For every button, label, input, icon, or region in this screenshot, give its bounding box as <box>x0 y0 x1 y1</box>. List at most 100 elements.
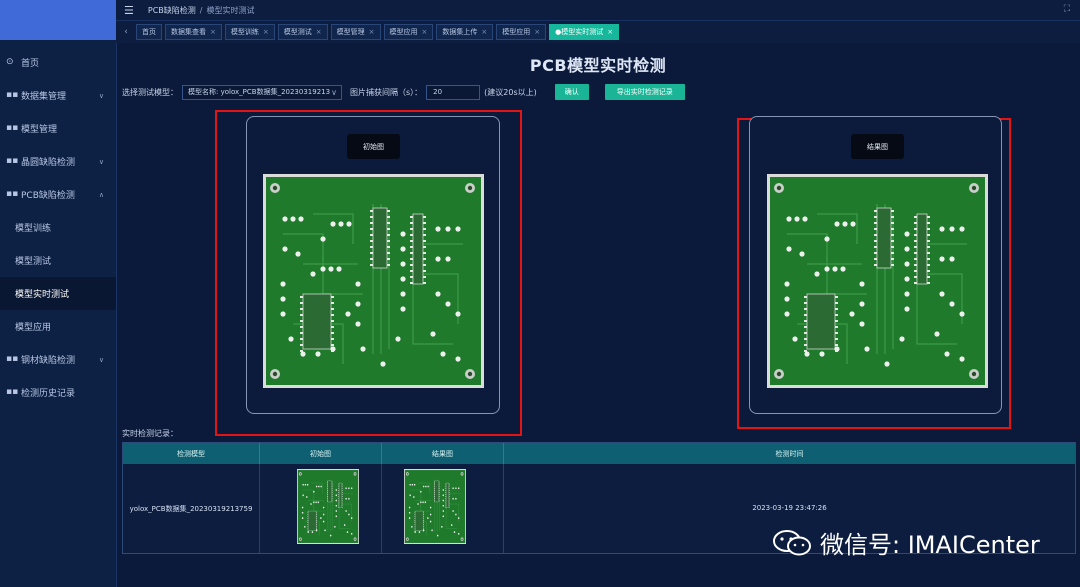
sidebar-item-label: 数据集管理 <box>21 92 67 102</box>
page-title: PCB模型实时检测 <box>529 56 667 75</box>
sidebar-item-label: 钢材缺陷检测 <box>21 356 76 366</box>
sidebar-item-realtime-testing[interactable]: 模型实时测试 <box>0 277 116 310</box>
sidebar-item-label: 模型训练 <box>15 224 52 234</box>
tab-label: 模型训练 <box>230 28 259 36</box>
sidebar-item-model-management[interactable]: ▪▪ 模型管理 <box>0 112 116 145</box>
tab-label: 模型测试 <box>283 28 312 36</box>
close-icon[interactable]: × <box>481 28 487 36</box>
confirm-button[interactable]: 确认 <box>554 84 589 100</box>
tab-label: 模型应用 <box>389 28 418 36</box>
menu-icon[interactable]: ☰ <box>124 4 134 17</box>
tab-label: 数据集上传 <box>442 28 478 36</box>
sidebar-item-label: 检测历史记录 <box>21 389 76 399</box>
sidebar-nav: ⊙ 首页 ▪▪ 数据集管理 ∨ ▪▪ 模型管理 ▪▪ 晶圆缺陷检测 ∨ ▪▪ P… <box>0 46 116 409</box>
close-icon[interactable]: × <box>534 28 540 36</box>
original-pcb-image <box>263 174 484 388</box>
close-icon[interactable]: × <box>263 28 269 36</box>
tab-model-application[interactable]: 模型应用 × <box>383 24 434 40</box>
watermark-text: 微信号: IMAICenter <box>820 531 1040 559</box>
cell-time-text: 2023-03-19 23:47:26 <box>752 504 827 512</box>
topbar: ☰ PCB缺陷检测 / 模型实时测试 ⛶ <box>116 0 1080 20</box>
breadcrumb-current: 模型实时测试 <box>206 5 255 15</box>
tab-label: 数据集查看 <box>171 28 206 36</box>
sidebar-item-label: 模型实时测试 <box>15 290 70 300</box>
watermark: 微信号: IMAICenter <box>772 525 1040 560</box>
result-thumbnail[interactable] <box>404 469 466 544</box>
sidebar-item-model-application[interactable]: 模型应用 <box>0 310 116 343</box>
column-header-original: 初始图 <box>260 443 382 464</box>
tabs-scroll-left-icon[interactable]: ‹ <box>116 27 136 37</box>
sidebar-item-label: 模型管理 <box>21 125 58 135</box>
breadcrumb-root[interactable]: PCB缺陷检测 <box>148 5 196 16</box>
grid-icon: ▪▪ <box>6 189 19 199</box>
chevron-down-icon: ∨ <box>98 91 104 100</box>
model-select-value: 模型名称: yolox_PCB数据集_20230319213 <box>188 88 331 96</box>
tab-label: 模型管理 <box>336 28 365 36</box>
chevron-down-icon: ∨ <box>98 157 104 166</box>
tab-label: 首页 <box>142 28 156 36</box>
interval-hint: (建议20s以上) <box>484 87 537 97</box>
sidebar-item-wafer-detection[interactable]: ▪▪ 晶圆缺陷检测 ∨ <box>0 145 116 178</box>
tab-model-testing[interactable]: 模型测试 × <box>277 24 328 40</box>
cell-original-thumb <box>260 464 382 553</box>
breadcrumb-separator: / <box>199 5 203 15</box>
original-image-label: 初始图 <box>347 134 400 159</box>
cell-model: yolox_PCB数据集_20230319213759 <box>123 464 260 553</box>
cell-model-text: yolox_PCB数据集_20230319213759 <box>129 505 253 513</box>
cell-result-thumb <box>382 464 504 553</box>
tab-label: ●模型实时测试 <box>555 28 604 36</box>
sidebar-item-model-training[interactable]: 模型训练 <box>0 211 116 244</box>
close-icon[interactable]: × <box>316 28 322 36</box>
close-icon[interactable]: × <box>422 28 428 36</box>
fullscreen-icon[interactable]: ⛶ <box>1064 4 1070 14</box>
home-icon: ⊙ <box>6 57 14 67</box>
grid-icon: ▪▪ <box>6 90 19 100</box>
sidebar-item-model-testing[interactable]: 模型测试 <box>0 244 116 277</box>
tab-dataset-upload[interactable]: 数据集上传 × <box>436 24 494 40</box>
sidebar-item-home[interactable]: ⊙ 首页 <box>0 46 116 79</box>
sidebar-item-label: 首页 <box>21 59 40 69</box>
wechat-icon <box>773 529 811 555</box>
sidebar: ⊙ 首页 ▪▪ 数据集管理 ∨ ▪▪ 模型管理 ▪▪ 晶圆缺陷检测 ∨ ▪▪ P… <box>0 0 117 587</box>
records-title: 实时检测记录： <box>122 429 178 438</box>
tab-model-application-2[interactable]: 模型应用 × <box>496 24 547 40</box>
grid-icon: ▪▪ <box>6 354 19 364</box>
logo <box>0 0 116 40</box>
sidebar-item-dataset-management[interactable]: ▪▪ 数据集管理 ∨ <box>0 79 116 112</box>
result-pcb-image <box>767 174 988 388</box>
close-icon[interactable]: × <box>210 28 216 36</box>
sidebar-item-label: PCB缺陷检测 <box>21 191 75 201</box>
result-image-label: 结果图 <box>851 134 904 159</box>
tabs-bar: ‹ 首页 数据集查看 × 模型训练 × 模型测试 × 模型管理 × 模型应用 × 数据集上… <box>116 20 1080 43</box>
sidebar-item-label: 模型测试 <box>15 257 52 267</box>
grid-icon: ▪▪ <box>6 387 19 397</box>
chevron-down-icon: ∨ <box>331 87 337 97</box>
sidebar-item-label: 晶圆缺陷检测 <box>21 158 76 168</box>
column-header-result: 结果图 <box>382 443 504 464</box>
records-table-header: 检测模型 初始图 结果图 检测时间 <box>123 443 1075 464</box>
sidebar-item-history[interactable]: ▪▪ 检测历史记录 <box>0 376 116 409</box>
controls-row: 选择测试模型： 模型名称: yolox_PCB数据集_20230319213 ∨… <box>122 84 685 100</box>
tab-dataset-view[interactable]: 数据集查看 × <box>165 24 222 40</box>
close-icon[interactable]: × <box>607 28 613 36</box>
sidebar-item-steel-detection[interactable]: ▪▪ 钢材缺陷检测 ∨ <box>0 343 116 376</box>
select-model-label: 选择测试模型： <box>122 87 178 97</box>
close-icon[interactable]: × <box>369 28 375 36</box>
chevron-down-icon: ∨ <box>98 355 104 364</box>
tab-model-management[interactable]: 模型管理 × <box>330 24 381 40</box>
grid-icon: ▪▪ <box>6 123 19 133</box>
sidebar-item-pcb-detection[interactable]: ▪▪ PCB缺陷检测 ∧ <box>0 178 116 211</box>
tab-realtime-testing[interactable]: ●模型实时测试 × <box>549 24 620 40</box>
tab-home[interactable]: 首页 <box>136 24 162 40</box>
model-select[interactable]: 模型名称: yolox_PCB数据集_20230319213 ∨ <box>182 84 342 100</box>
chevron-up-icon: ∧ <box>98 190 104 199</box>
tab-label: 模型应用 <box>502 28 531 36</box>
interval-label: 图片捕获间隔（s）： <box>350 87 423 97</box>
grid-icon: ▪▪ <box>6 156 19 166</box>
interval-input[interactable]: 20 <box>426 84 481 100</box>
tab-model-training[interactable]: 模型训练 × <box>224 24 275 40</box>
sidebar-item-label: 模型应用 <box>15 323 52 333</box>
column-header-time: 检测时间 <box>775 449 804 458</box>
export-records-button[interactable]: 导出实时检测记录 <box>604 84 685 100</box>
original-thumbnail[interactable] <box>297 469 359 544</box>
